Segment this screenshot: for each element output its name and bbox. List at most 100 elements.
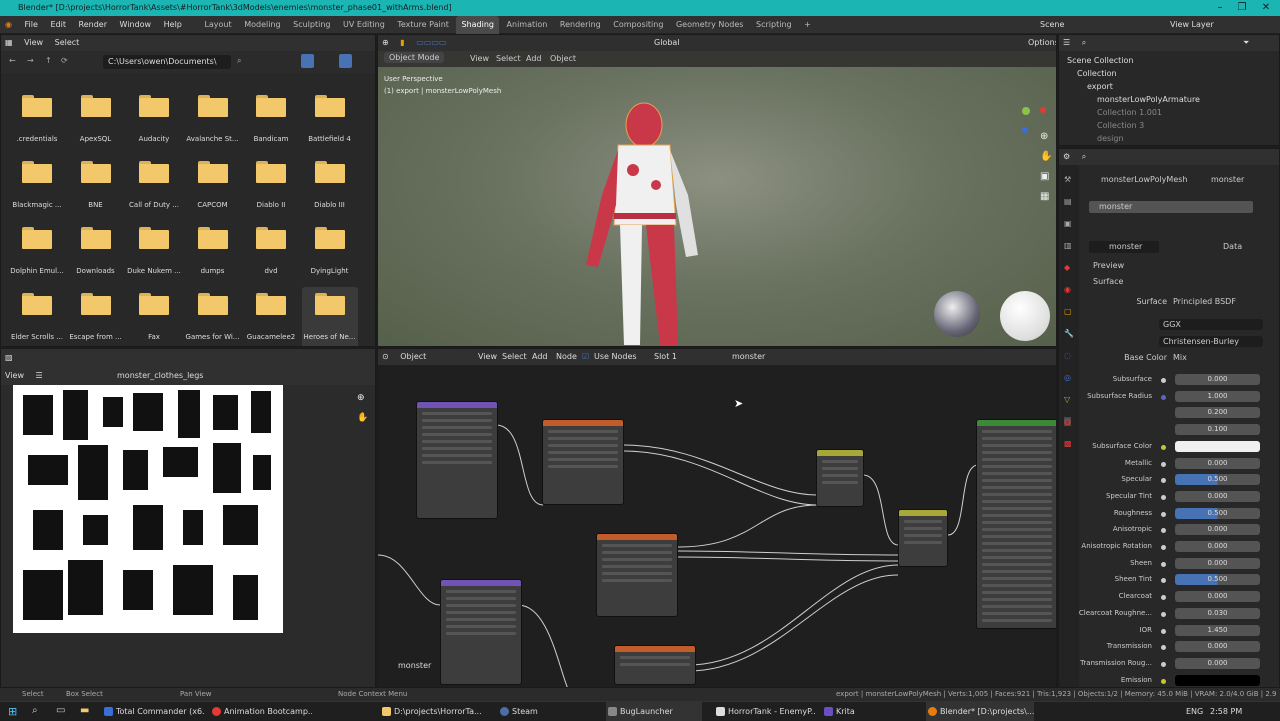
parent-dir-icon[interactable]: ↑ — [45, 56, 52, 65]
close-button[interactable]: ✕ — [1254, 0, 1278, 16]
slot-dropdown[interactable]: Slot 1 — [654, 349, 677, 365]
node-mix-2[interactable] — [898, 509, 948, 567]
maximize-button[interactable]: ❐ — [1230, 0, 1254, 16]
vp-menu-view[interactable]: View — [470, 54, 489, 63]
folder-item[interactable]: ApexSQL — [68, 89, 124, 153]
task-krita[interactable]: Krita — [822, 702, 902, 721]
property-value-field[interactable]: 0.000 — [1175, 490, 1260, 502]
socket-icon[interactable] — [1161, 394, 1166, 400]
task-explorer[interactable]: D:\projects\HorrorTa... — [380, 702, 488, 721]
texture-image[interactable] — [13, 385, 283, 633]
select-tool-icon[interactable]: ▮ — [400, 38, 404, 47]
add-workspace-icon[interactable]: + — [799, 16, 816, 34]
vp-menu-add[interactable]: Add — [526, 54, 542, 63]
material-field[interactable]: monster — [732, 349, 765, 365]
data-tab-icon[interactable]: ▽ — [1064, 395, 1070, 404]
scene-tab-icon[interactable]: ◆ — [1064, 263, 1070, 272]
folder-item[interactable]: Blackmagic ... — [9, 155, 65, 219]
material-tab-icon[interactable]: ◍ — [1064, 417, 1071, 426]
modifier-tab-icon[interactable]: 🔧 — [1064, 329, 1074, 338]
outliner-item[interactable]: Collection — [1077, 68, 1259, 80]
task-total-commander[interactable]: Total Commander (x6... — [102, 702, 204, 721]
menu-file[interactable]: File — [20, 16, 43, 34]
socket-icon[interactable] — [1161, 444, 1166, 450]
folder-item[interactable]: Diablo III — [302, 155, 358, 219]
task-view-icon[interactable]: ▭ — [56, 705, 65, 716]
tab-uv-editing[interactable]: UV Editing — [338, 16, 390, 34]
tab-geometry-nodes[interactable]: Geometry Nodes — [671, 16, 748, 34]
surface-section[interactable]: Surface — [1093, 277, 1123, 286]
forward-icon[interactable]: → — [27, 56, 34, 65]
blender-logo-icon[interactable]: ◉ — [0, 16, 17, 34]
editor-type-icon[interactable]: ⊙ — [382, 352, 389, 361]
preview-section[interactable]: Preview — [1093, 261, 1124, 270]
editor-type-icon[interactable]: ▧ — [5, 353, 13, 362]
folder-item[interactable]: Duke Nukem ... — [126, 221, 182, 285]
property-value-field[interactable]: 0.500 — [1175, 507, 1260, 519]
node-image-texture-2[interactable] — [596, 533, 678, 617]
socket-icon[interactable] — [1161, 511, 1166, 517]
particles-tab-icon[interactable]: ◌ — [1064, 351, 1071, 360]
options-dropdown[interactable]: Options — [1028, 35, 1056, 51]
tab-texture-paint[interactable]: Texture Paint — [392, 16, 454, 34]
property-value-field[interactable]: 0.000 — [1175, 641, 1260, 653]
folder-item[interactable]: Battlefield 4 — [302, 89, 358, 153]
vp-menu-object[interactable]: Object — [550, 54, 576, 63]
view-layer-tab-icon[interactable]: ▥ — [1064, 241, 1072, 250]
task-steam[interactable]: Steam — [498, 702, 578, 721]
windows-start-icon[interactable]: ⊞ — [8, 705, 17, 718]
tab-sculpting[interactable]: Sculpting — [288, 16, 335, 34]
socket-icon[interactable] — [1161, 461, 1166, 467]
outliner-item[interactable]: monsterLowPolyArmature — [1097, 94, 1259, 106]
distribution-dropdown[interactable]: GGX — [1159, 319, 1263, 330]
task-blender[interactable]: Blender* [D:\projects\... — [926, 702, 1034, 721]
task-chrome[interactable]: Animation Bootcamp... — [210, 702, 312, 721]
tab-layout[interactable]: Layout — [199, 16, 236, 34]
node-mapping-1[interactable] — [416, 401, 498, 519]
socket-icon[interactable] — [1161, 628, 1166, 634]
texture-tab-icon[interactable]: ▩ — [1064, 439, 1072, 448]
property-value-field[interactable]: 0.000 — [1175, 557, 1260, 569]
node-image-texture-1[interactable] — [542, 419, 624, 505]
tool-tab-icon[interactable]: ⚒ — [1064, 175, 1071, 184]
surface-shader[interactable]: Principled BSDF — [1173, 297, 1236, 306]
folder-item[interactable]: dumps — [185, 221, 241, 285]
outliner-item[interactable]: Collection 3 — [1097, 120, 1259, 132]
menu-edit[interactable]: Edit — [45, 16, 71, 34]
object-mode-dropdown[interactable]: Object Mode — [384, 52, 445, 63]
task-buglauncher[interactable]: BugLauncher — [606, 702, 702, 721]
ne-menu-select[interactable]: Select — [502, 349, 527, 365]
properties-search-icon[interactable]: ⌕ — [1082, 152, 1086, 161]
monster-model[interactable] — [558, 95, 718, 347]
ie-pan-hand-icon[interactable]: ✋ — [357, 413, 368, 423]
search-icon[interactable]: ⌕ — [237, 56, 241, 66]
refresh-icon[interactable]: ⟳ — [61, 56, 68, 65]
node-image-texture-3[interactable] — [614, 645, 696, 685]
ne-menu-add[interactable]: Add — [532, 349, 548, 365]
property-value-field[interactable]: 0.500 — [1175, 574, 1260, 586]
socket-icon[interactable] — [1161, 561, 1166, 567]
search-icon[interactable]: ⌕ — [32, 705, 38, 716]
folder-item[interactable]: Audacity — [126, 89, 182, 153]
tab-compositing[interactable]: Compositing — [608, 16, 668, 34]
property-value-field[interactable]: 0.030 — [1175, 607, 1260, 619]
hamburger-icon[interactable]: ☰ — [36, 371, 43, 380]
property-value-field[interactable]: 0.000 — [1175, 457, 1260, 469]
outliner-item[interactable]: Collection 1.001 — [1097, 107, 1259, 119]
data-link-dropdown[interactable]: Data — [1223, 242, 1242, 251]
node-mix-1[interactable] — [816, 449, 864, 507]
filter-icon[interactable] — [339, 54, 352, 68]
folder-item[interactable]: CAPCOM — [185, 155, 241, 219]
socket-icon[interactable] — [1161, 545, 1166, 550]
socket-icon[interactable] — [1161, 661, 1166, 667]
clock[interactable]: 2:58 PM — [1210, 702, 1242, 721]
minimize-button[interactable]: – — [1208, 0, 1232, 16]
property-value-field[interactable]: 0.500 — [1175, 474, 1260, 486]
base-color-value[interactable]: Mix — [1173, 353, 1187, 362]
zoom-icon[interactable]: ⊕ — [1040, 131, 1048, 142]
path-field[interactable]: C:\Users\owen\Documents\ — [103, 55, 231, 69]
tab-rendering[interactable]: Rendering — [555, 16, 606, 34]
language-indicator[interactable]: ENG — [1186, 702, 1203, 721]
subsurface-method-dropdown[interactable]: Christensen-Burley — [1159, 336, 1263, 347]
property-value-field[interactable]: 1.000 — [1175, 390, 1260, 402]
